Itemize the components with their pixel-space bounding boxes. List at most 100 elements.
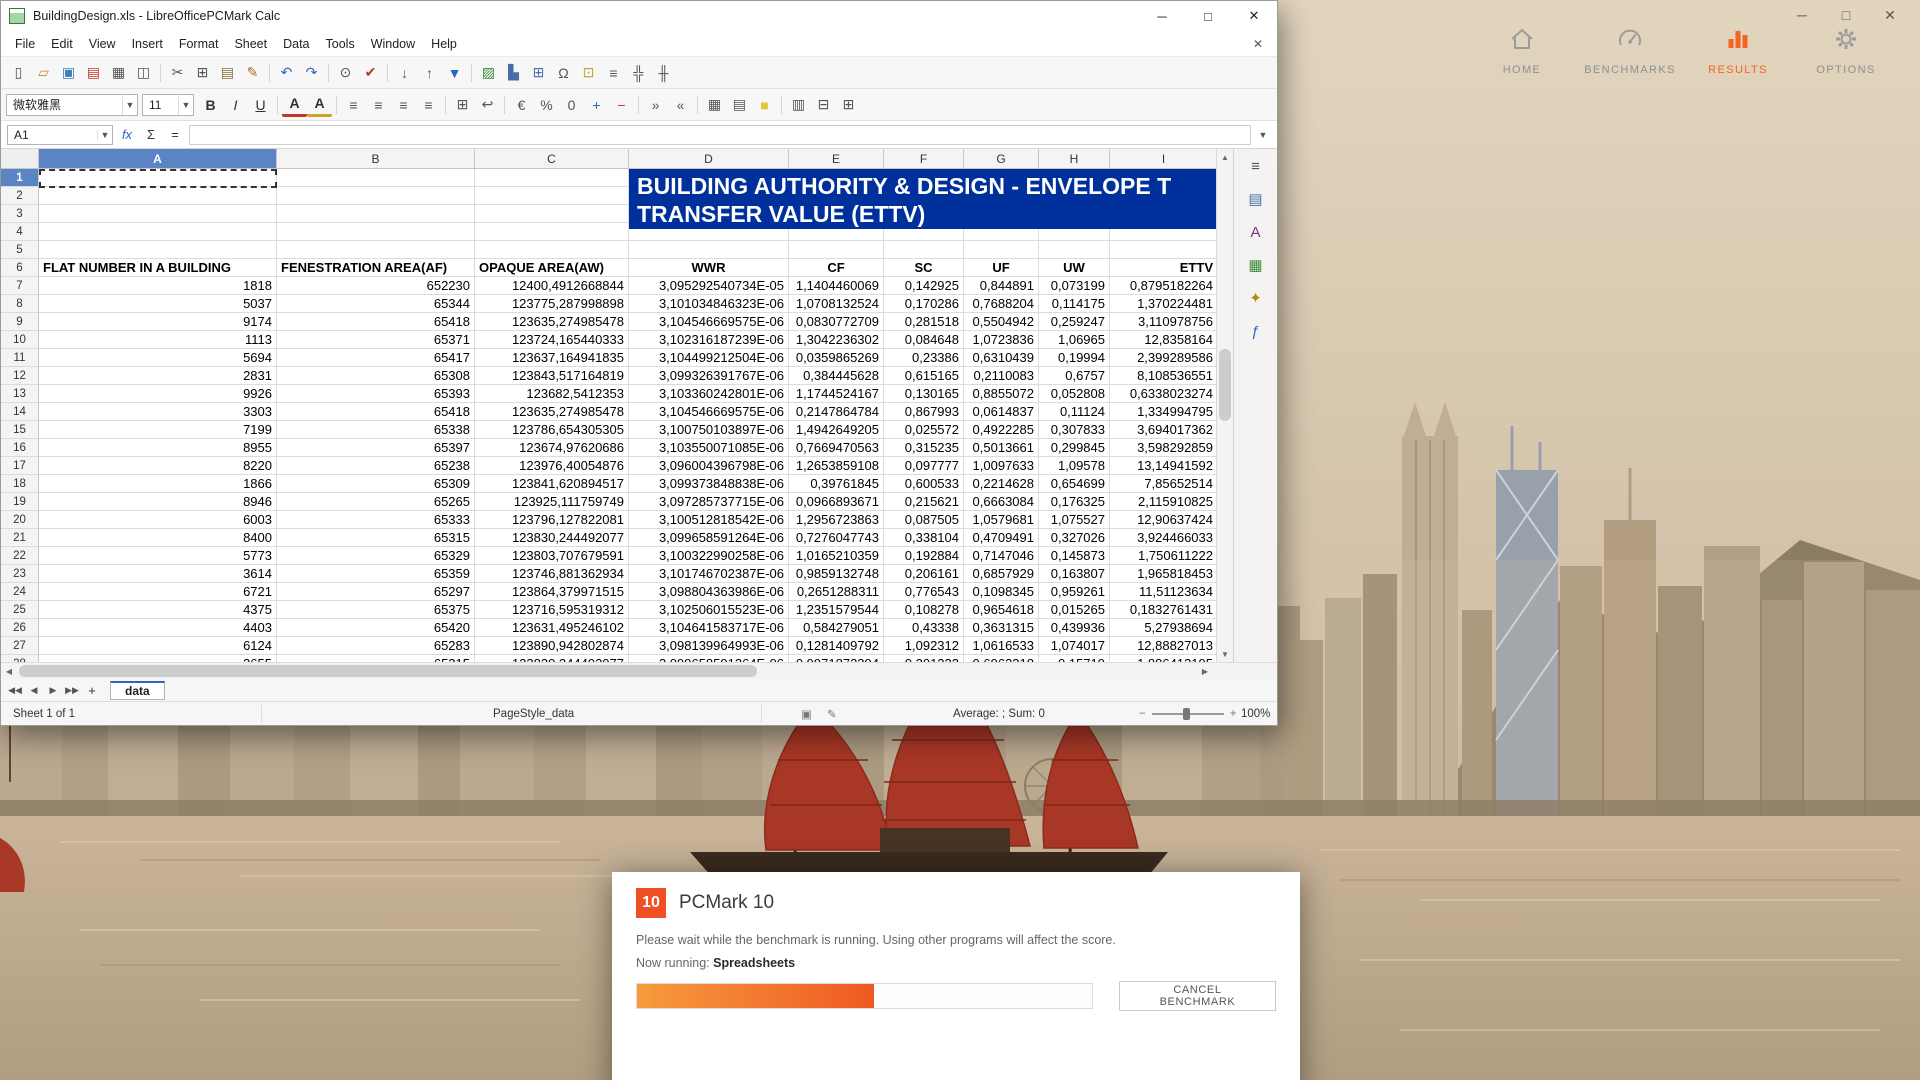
properties-icon[interactable]: ▤ <box>1244 188 1268 210</box>
cell-B9[interactable]: 65418 <box>277 313 475 331</box>
cancel-benchmark-button[interactable]: CANCEL BENCHMARK <box>1119 981 1276 1011</box>
cell-G22[interactable]: 0,7147046 <box>964 547 1039 565</box>
cell-G5[interactable] <box>964 241 1039 259</box>
cell-H9[interactable]: 0,259247 <box>1039 313 1110 331</box>
merge-cells-icon[interactable]: ⊞ <box>450 93 475 117</box>
cell-H15[interactable]: 0,307833 <box>1039 421 1110 439</box>
cell-D22[interactable]: 3,100322990258E-06 <box>629 547 789 565</box>
export-pdf-icon[interactable]: ▤ <box>81 61 106 85</box>
cell-C27[interactable]: 123890,942802874 <box>475 637 629 655</box>
cell-D16[interactable]: 3,103550071085E-06 <box>629 439 789 457</box>
cell-C5[interactable] <box>475 241 629 259</box>
nav-item-options[interactable]: OPTIONS <box>1800 26 1892 76</box>
select-all-corner[interactable] <box>1 149 39 169</box>
cell-D19[interactable]: 3,097285737715E-06 <box>629 493 789 511</box>
cell-E20[interactable]: 1,2956723863 <box>789 511 884 529</box>
row-header-4[interactable]: 4 <box>1 223 39 241</box>
cell-D23[interactable]: 3,101746702387E-06 <box>629 565 789 583</box>
cell-I27[interactable]: 12,88827013 <box>1110 637 1216 655</box>
font-size-combo[interactable]: 11 ▼ <box>142 94 194 116</box>
cell-A25[interactable]: 4375 <box>39 601 277 619</box>
cell-I26[interactable]: 5,27938694 <box>1110 619 1216 637</box>
cell-D25[interactable]: 3,102506015523E-06 <box>629 601 789 619</box>
copy-icon[interactable]: ⊞ <box>190 61 215 85</box>
sum-button[interactable]: Σ <box>141 125 161 145</box>
row-header-20[interactable]: 20 <box>1 511 39 529</box>
row-header-15[interactable]: 15 <box>1 421 39 439</box>
cell-E12[interactable]: 0,384445628 <box>789 367 884 385</box>
row-header-18[interactable]: 18 <box>1 475 39 493</box>
cell-E18[interactable]: 0,39761845 <box>789 475 884 493</box>
col-header-D[interactable]: D <box>629 149 789 169</box>
cell-C22[interactable]: 123803,707679591 <box>475 547 629 565</box>
menu-help[interactable]: Help <box>423 34 465 54</box>
cell-B2[interactable] <box>277 187 475 205</box>
cell-I14[interactable]: 1,334994795 <box>1110 403 1216 421</box>
styles-icon[interactable]: A <box>1244 221 1268 243</box>
cell-B4[interactable] <box>277 223 475 241</box>
insert-comment-icon[interactable]: ⊡ <box>576 61 601 85</box>
calc-close-icon[interactable]: ✕ <box>1231 1 1277 31</box>
menu-view[interactable]: View <box>81 34 124 54</box>
cell-G12[interactable]: 0,2110083 <box>964 367 1039 385</box>
cell-E19[interactable]: 0,0966893671 <box>789 493 884 511</box>
cell-A13[interactable]: 9926 <box>39 385 277 403</box>
first-sheet-icon[interactable]: ◀◀ <box>7 685 23 696</box>
find-replace-icon[interactable]: ⊙ <box>333 61 358 85</box>
cell-C16[interactable]: 123674,97620686 <box>475 439 629 457</box>
cell-C28[interactable]: 123830,244492077 <box>475 655 629 662</box>
cell-G19[interactable]: 0,6663084 <box>964 493 1039 511</box>
cell-H22[interactable]: 0,145873 <box>1039 547 1110 565</box>
cell-H6[interactable]: UW <box>1039 259 1110 277</box>
cell-B1[interactable] <box>277 169 475 187</box>
menu-data[interactable]: Data <box>275 34 317 54</box>
cell-F21[interactable]: 0,338104 <box>884 529 964 547</box>
redo-icon[interactable]: ↷ <box>299 61 324 85</box>
menu-tools[interactable]: Tools <box>318 34 363 54</box>
cell-F25[interactable]: 0,108278 <box>884 601 964 619</box>
cell-A2[interactable] <box>39 187 277 205</box>
functions-icon[interactable]: ƒ <box>1244 320 1268 342</box>
previous-sheet-icon[interactable]: ◀ <box>26 685 42 696</box>
cell-A14[interactable]: 3303 <box>39 403 277 421</box>
row-header-21[interactable]: 21 <box>1 529 39 547</box>
cell-I16[interactable]: 3,598292859 <box>1110 439 1216 457</box>
menu-insert[interactable]: Insert <box>124 34 171 54</box>
row-header-24[interactable]: 24 <box>1 583 39 601</box>
cell-C21[interactable]: 123830,244492077 <box>475 529 629 547</box>
cell-I12[interactable]: 8,108536551 <box>1110 367 1216 385</box>
cell-A5[interactable] <box>39 241 277 259</box>
cell-B14[interactable]: 65418 <box>277 403 475 421</box>
cell-F11[interactable]: 0,23386 <box>884 349 964 367</box>
calc-titlebar[interactable]: BuildingDesign.xls - LibreOfficePCMark C… <box>1 1 1277 31</box>
cell-B22[interactable]: 65329 <box>277 547 475 565</box>
cell-F7[interactable]: 0,142925 <box>884 277 964 295</box>
next-sheet-icon[interactable]: ▶ <box>45 685 61 696</box>
cell-E14[interactable]: 0,2147864784 <box>789 403 884 421</box>
cell-D26[interactable]: 3,104641583717E-06 <box>629 619 789 637</box>
cell-F14[interactable]: 0,867993 <box>884 403 964 421</box>
cell-G8[interactable]: 0,7688204 <box>964 295 1039 313</box>
cell-D11[interactable]: 3,104499212504E-06 <box>629 349 789 367</box>
cell-C12[interactable]: 123843,517164819 <box>475 367 629 385</box>
cell-H11[interactable]: 0,19994 <box>1039 349 1110 367</box>
cell-B25[interactable]: 65375 <box>277 601 475 619</box>
name-box[interactable]: A1 ▼ <box>7 125 113 145</box>
scroll-down-icon[interactable]: ▼ <box>1217 646 1233 662</box>
cell-I8[interactable]: 1,370224481 <box>1110 295 1216 313</box>
special-character-icon[interactable]: Ω <box>551 61 576 85</box>
cell-F12[interactable]: 0,615165 <box>884 367 964 385</box>
delete-decimal-icon[interactable]: − <box>609 93 634 117</box>
cell-G7[interactable]: 0,844891 <box>964 277 1039 295</box>
cell-H19[interactable]: 0,176325 <box>1039 493 1110 511</box>
cell-E8[interactable]: 1,0708132524 <box>789 295 884 313</box>
navigator-icon[interactable]: ✦ <box>1244 287 1268 309</box>
font-name-combo[interactable]: 微软雅黑 ▼ <box>6 94 138 116</box>
undo-icon[interactable]: ↶ <box>274 61 299 85</box>
horizontal-scrollbar[interactable]: ◀ ▶ <box>1 662 1277 679</box>
cell-B20[interactable]: 65333 <box>277 511 475 529</box>
cell-H7[interactable]: 0,073199 <box>1039 277 1110 295</box>
col-header-C[interactable]: C <box>475 149 629 169</box>
cell-H14[interactable]: 0,11124 <box>1039 403 1110 421</box>
cell-I22[interactable]: 1,750611222 <box>1110 547 1216 565</box>
